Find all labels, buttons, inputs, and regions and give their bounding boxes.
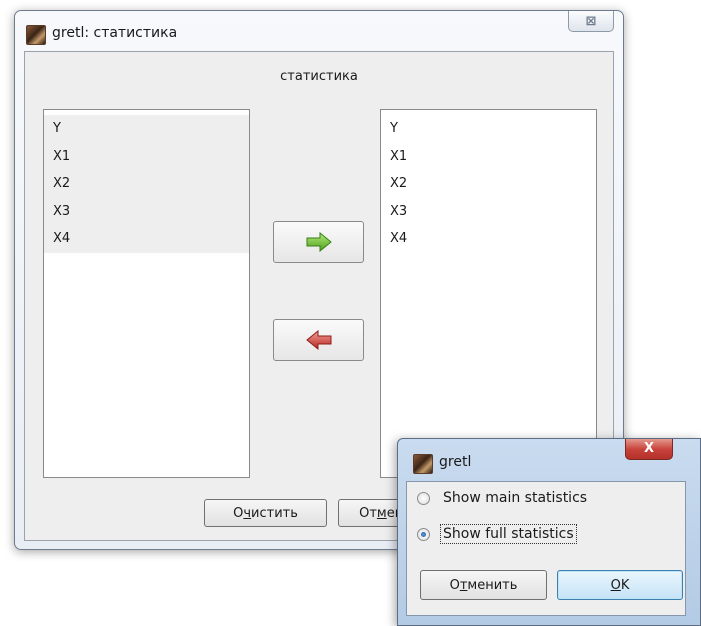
main-statistics-option[interactable]: Show main statistics (417, 489, 589, 507)
list-item[interactable]: X3 (44, 197, 249, 225)
cancel-label-rest: менить (467, 577, 518, 593)
dialog-close-button[interactable]: X (625, 439, 673, 460)
ok-label-mnemonic: O (610, 577, 621, 593)
list-item[interactable]: X1 (44, 142, 249, 170)
gretl-app-icon (413, 454, 433, 474)
list-item[interactable]: Y (381, 115, 596, 143)
list-item[interactable]: X3 (381, 198, 596, 226)
section-label: статистика (280, 69, 358, 84)
selected-variables-list[interactable]: Y X1 X2 X3 X4 (380, 109, 597, 478)
main-titlebar[interactable]: gretl: статистика (15, 11, 623, 51)
option-label: Show full statistics (440, 524, 577, 544)
cancel-label-part: О (449, 577, 460, 593)
add-variables-button[interactable] (273, 221, 364, 263)
dialog-ok-button[interactable]: OK (557, 570, 683, 600)
list-item[interactable]: X2 (381, 170, 596, 198)
close-icon: X (643, 441, 655, 456)
full-statistics-option[interactable]: Show full statistics (417, 524, 577, 544)
green-right-arrow-icon (306, 232, 332, 252)
list-item[interactable]: X2 (44, 170, 249, 198)
clear-label-part: О (233, 505, 244, 521)
remove-variables-button[interactable] (273, 319, 364, 361)
option-label: Show main statistics (443, 490, 588, 506)
clear-button[interactable]: Оч истить (204, 499, 327, 527)
close-icon: ⊠ (585, 13, 597, 29)
red-left-arrow-icon (305, 330, 331, 350)
dialog-client-area: Show main statistics Show full statistic… (406, 481, 686, 616)
dialog-title: gretl (439, 454, 472, 470)
available-variables-list[interactable]: Y X1 X2 X3 X4 (43, 109, 250, 478)
list-item[interactable]: Y (44, 115, 249, 143)
list-item[interactable]: X4 (381, 225, 596, 253)
statistics-options-dialog: gretl X Show main statistics Show full s… (397, 438, 701, 626)
cancel-label-mnemonic: т (459, 577, 468, 593)
clear-label-rest: истить (251, 505, 298, 521)
gretl-app-icon (26, 25, 46, 45)
list-item[interactable]: X4 (44, 225, 249, 253)
radio-checked[interactable] (417, 527, 430, 541)
list-item[interactable]: X1 (381, 143, 596, 171)
cancel-label-part: От (359, 505, 377, 521)
dialog-cancel-button[interactable]: От менить (420, 570, 547, 600)
clear-label-mnemonic: ч (243, 505, 252, 521)
radio-unchecked[interactable] (417, 491, 430, 505)
window-title: gretl: статистика (52, 25, 178, 41)
ok-label-rest: K (620, 577, 630, 593)
cancel-label-mnemonic: м (376, 505, 387, 521)
window-close-button[interactable]: ⊠ (568, 11, 614, 32)
